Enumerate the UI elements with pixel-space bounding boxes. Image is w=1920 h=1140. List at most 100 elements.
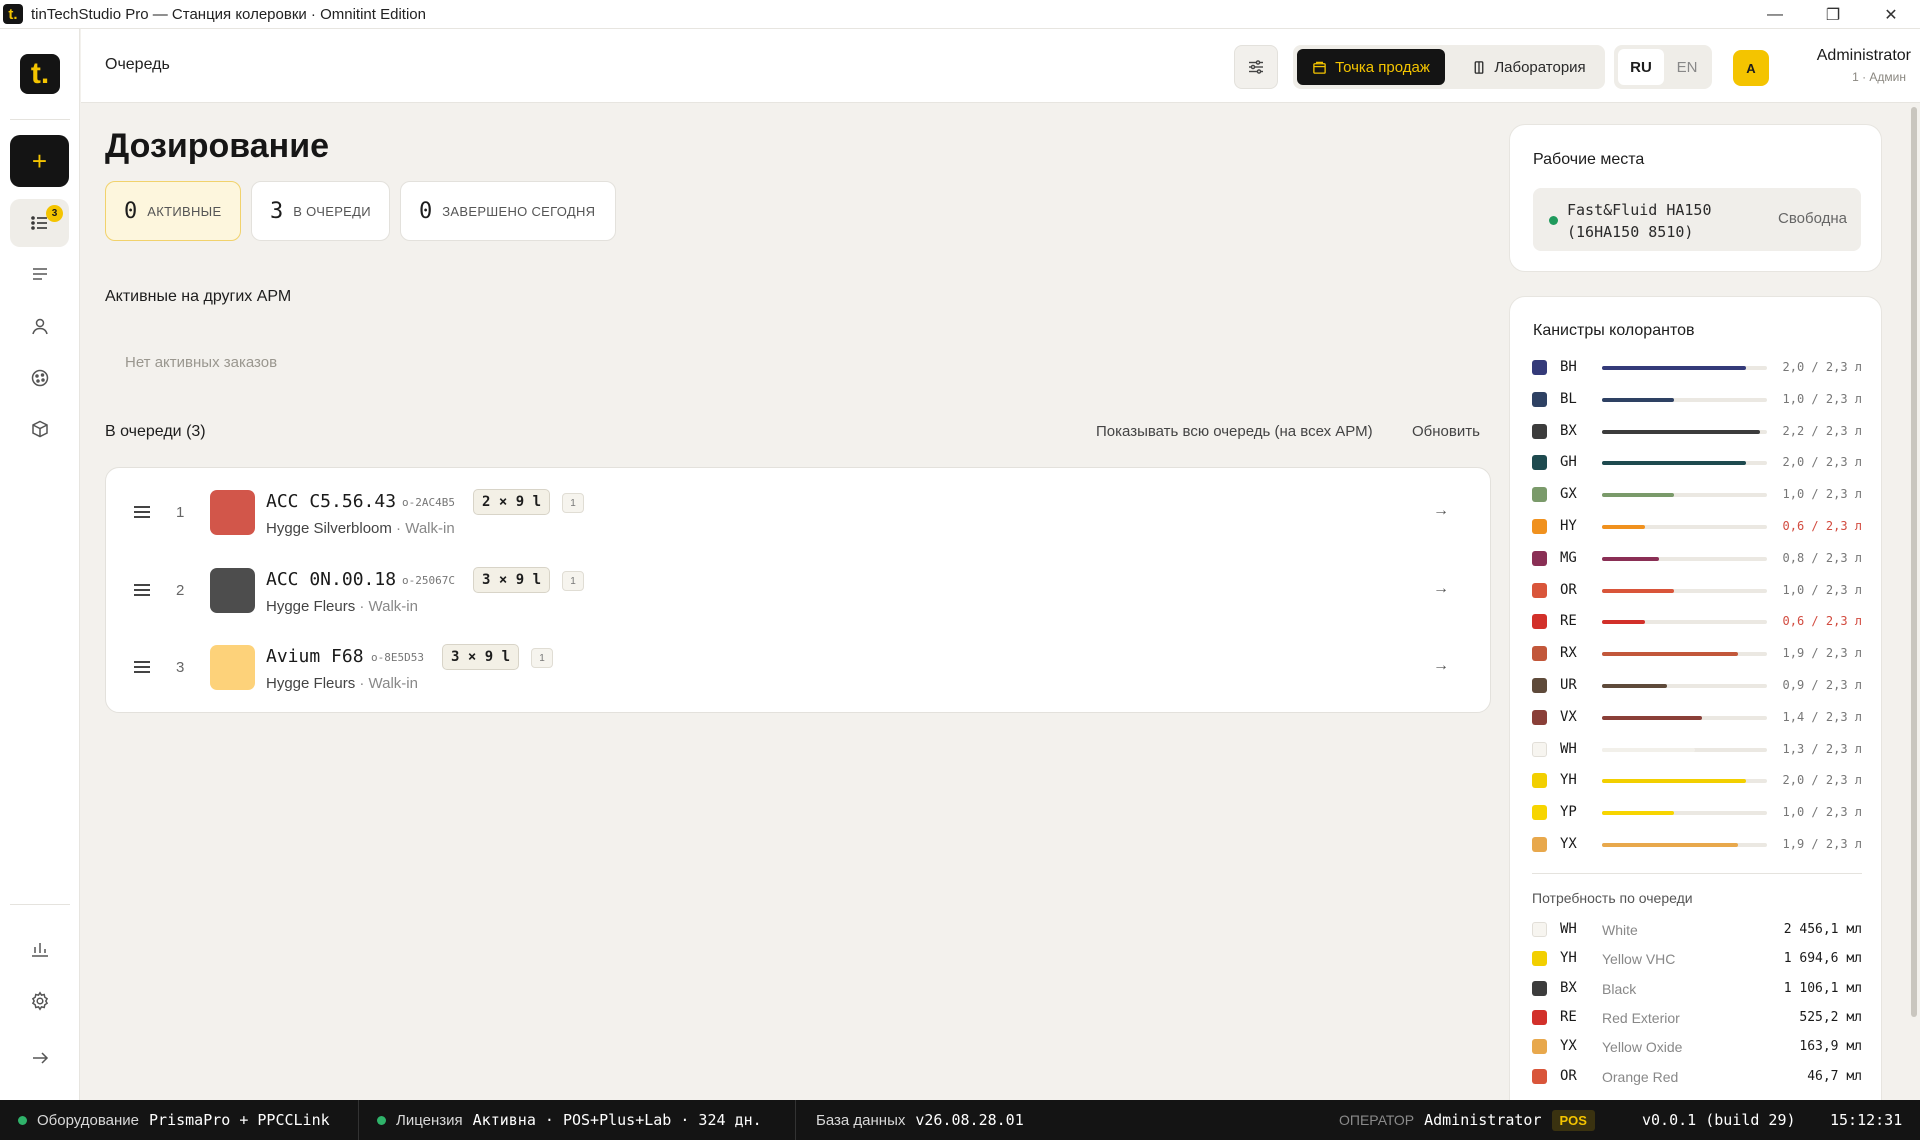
status-dot-icon [377,1115,386,1125]
status-bar: Оборудование PrismaPro + PPCCLink Лиценз… [0,1100,1920,1140]
order-subtitle: Hygge Silverbloom · Walk-in [266,520,455,537]
user-icon [31,318,48,335]
canister-row: UR 0,9 / 2,3 л [1532,676,1862,696]
canister-row: GX 1,0 / 2,3 л [1532,485,1862,505]
stat-queued[interactable]: 3 В очереди [251,181,390,241]
level-bar [1602,779,1767,784]
level-text: 1,0 / 2,3 л [1782,487,1862,502]
colorant-swatch [1532,455,1547,471]
colorant-swatch [1532,805,1547,821]
mode-pos-button[interactable]: Точка продаж [1297,49,1445,85]
level-text: 1,9 / 2,3 л [1782,837,1862,851]
lang-en-button[interactable]: EN [1666,49,1708,85]
new-order-button[interactable]: + [10,135,69,187]
level-bar-fill [1602,429,1760,434]
level-text: 1,4 / 2,3 л [1782,709,1862,724]
drag-handle-icon[interactable] [134,584,150,599]
canister-row: YX 1,9 / 2,3 л [1532,835,1862,855]
level-bar [1602,811,1767,816]
canister-row: WH 1,3 / 2,3 л [1532,740,1862,760]
lang-ru-button[interactable]: RU [1618,49,1664,85]
stat-active[interactable]: 0 Активные [105,181,241,241]
palette-icon [31,369,48,387]
stat-queued-count: 3 [270,198,284,224]
level-bar-fill [1602,461,1746,466]
drag-handle-icon[interactable] [134,506,150,521]
colorant-swatch [1532,980,1547,996]
level-bar-fill [1602,366,1746,370]
colorant-code: UR [1560,677,1577,693]
level-bar [1602,652,1767,657]
sidebar-item-queue[interactable]: 3 [10,199,69,247]
level-text: 1,0 / 2,3 л [1782,805,1862,820]
operator-value: Administrator [1424,1111,1542,1129]
other-stations-title: Активные на других АРМ [105,288,292,305]
queue-index: 1 [176,504,185,521]
need-row: YX Yellow Oxide 163,9 мл [1532,1037,1862,1057]
close-icon[interactable]: ✕ [1862,0,1920,29]
quantity-badge: 3 × 9 l [442,644,520,670]
canister-row: MG 0,8 / 2,3 л [1532,549,1862,569]
queue-count-badge: 3 [46,205,63,222]
scrollbar-thumb[interactable] [1911,107,1917,1017]
open-order-arrow-icon[interactable]: → [1433,580,1449,598]
workstations-panel: Рабочие места Fast&Fluid HA150 (16HA150 … [1509,124,1882,272]
colorant-name: Black [1602,980,1637,997]
level-bar [1602,366,1767,370]
workstation-item[interactable]: Fast&Fluid HA150 (16HA150 8510) Свободна [1533,188,1861,251]
level-text: 1,0 / 2,3 л [1782,582,1862,597]
colorant-amount: 163,9 мл [1799,1039,1862,1055]
app-logo[interactable]: t. [20,54,60,94]
breadcrumb: Очередь [105,56,170,73]
show-all-queue-button[interactable]: Показывать всю очередь (на всех АРМ) [1096,423,1373,440]
colorant-code: YX [1560,1038,1577,1055]
queue-row[interactable]: 2 ACC 0N.00.18 o-25067C 3 × 9 l 1 Hygge … [106,558,1492,626]
avatar[interactable]: A [1733,50,1769,86]
sidebar-item-customers[interactable] [10,302,69,350]
sidebar: t. + 3 [0,29,80,1100]
canister-row: GH 2,0 / 2,3 л [1532,453,1862,473]
refresh-button[interactable]: Обновить [1412,423,1480,440]
queue-row[interactable]: 1 ACC C5.56.43 o-2AC4B5 2 × 9 l 1 Hygge … [106,480,1492,548]
open-order-arrow-icon[interactable]: → [1433,502,1449,520]
restore-icon[interactable]: ❐ [1804,0,1862,29]
level-bar-fill [1602,684,1667,688]
level-bar [1602,525,1767,529]
colorant-amount: 46,7 мл [1807,1068,1862,1084]
box-icon [31,420,48,438]
mode-lab-label: Лаборатория [1494,58,1586,76]
order-subtitle: Hygge Fleurs · Walk-in [266,598,418,615]
colorant-swatch [1532,391,1547,407]
level-bar [1602,843,1767,847]
color-code: ACC 0N.00.18 [266,569,397,590]
colorant-swatch [1532,1039,1547,1055]
sidebar-item-colors[interactable] [10,354,69,402]
mode-lab-button[interactable]: Лаборатория [1457,49,1601,85]
canister-row: RX 1,9 / 2,3 л [1532,644,1862,664]
drag-handle-icon[interactable] [134,661,150,676]
colorant-code: WH [1560,921,1577,937]
stat-completed[interactable]: 0 Завершено сегодня [400,181,616,241]
need-row: WH White 2 456,1 мл [1532,920,1862,940]
sidebar-item-orders[interactable] [10,250,69,298]
colorant-swatch [1532,837,1547,852]
level-bar-fill [1602,588,1674,593]
minimize-icon[interactable]: — [1746,0,1804,29]
sidebar-item-settings[interactable] [10,977,69,1025]
level-bar [1602,715,1767,720]
lines-icon [32,268,47,280]
filter-settings-button[interactable] [1234,45,1278,89]
sidebar-item-reports[interactable] [10,925,69,973]
channel: · Walk-in [391,520,455,537]
sidebar-item-logout[interactable] [10,1034,69,1082]
open-order-arrow-icon[interactable]: → [1433,657,1449,675]
quantity-badge: 2 × 9 l [473,489,551,515]
colorant-swatch [1532,646,1547,662]
sliders-icon [1249,60,1263,74]
colorant-swatch [1532,614,1547,630]
sidebar-item-products[interactable] [10,405,69,453]
order-subtitle: Hygge Fleurs · Walk-in [266,675,418,692]
colorant-amount: 525,2 мл [1799,1009,1862,1025]
queue-row[interactable]: 3 Avium F68 o-8E5D53 3 × 9 l 1 Hygge Fle… [106,635,1492,703]
level-bar [1602,747,1767,752]
